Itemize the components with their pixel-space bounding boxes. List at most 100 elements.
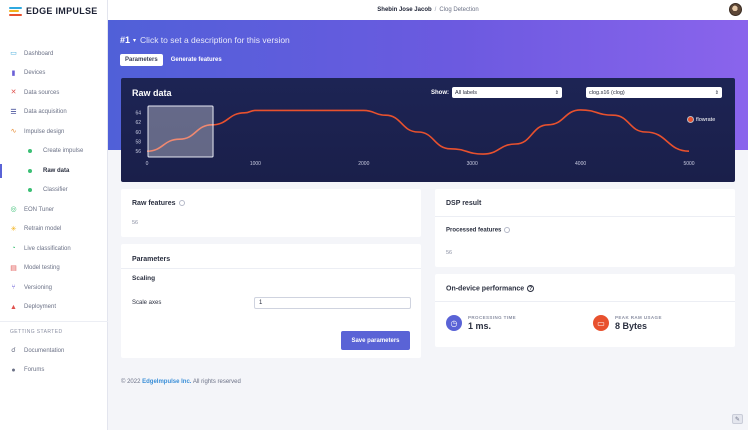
legend-label: flowrate: [696, 116, 716, 123]
sidebar-item-label: Live classification: [24, 245, 71, 252]
processed-features-label-text: Processed features: [446, 227, 502, 234]
sidebar-item-label: Devices: [24, 70, 46, 77]
peak-ram-value: 8 Bytes: [615, 321, 648, 331]
x-tick-label: 4000: [575, 161, 586, 167]
logo-text: EDGE IMPULSE: [26, 6, 98, 16]
retrain-icon: ✳: [10, 225, 17, 233]
scaling-heading: Scaling: [132, 275, 156, 282]
eon-tuner-icon: ◎: [10, 206, 17, 214]
sidebar-subitem-classifier[interactable]: Classifier: [0, 181, 108, 201]
processing-time-label: PROCESSING TIME: [468, 315, 517, 320]
sidebar-item-eon-tuner[interactable]: ◎ EON Tuner: [0, 200, 108, 220]
tab-generate-features[interactable]: Generate features: [166, 54, 227, 66]
x-tick-label: 2000: [358, 161, 369, 167]
sidebar-item-deployment[interactable]: ▲ Deployment: [0, 298, 108, 318]
sidebar-item-label: Model testing: [24, 265, 60, 272]
sidebar-subitem-create-impulse[interactable]: Create impulse: [0, 142, 108, 162]
x-tick-label: 5000: [683, 161, 694, 167]
status-dot-icon: [28, 188, 32, 193]
sidebar-item-label: Data sources: [24, 89, 60, 96]
breadcrumb-project[interactable]: Clog Detection: [439, 7, 478, 13]
model-testing-icon: ▤: [10, 264, 17, 272]
raw-features-title: Raw features: [132, 200, 185, 207]
footer-company-link[interactable]: EdgeImpulse Inc.: [142, 379, 191, 385]
deployment-icon: ▲: [10, 303, 17, 311]
sidebar-item-versioning[interactable]: ⑂ Versioning: [0, 278, 108, 298]
sample-select[interactable]: clog.s16 (clog) ⇕: [586, 87, 722, 98]
sidebar-item-label: Create impulse: [43, 148, 84, 155]
flowrate-series-line: [146, 109, 690, 155]
select-arrows-icon: ⇕: [554, 89, 559, 96]
sidebar-item-label: EON Tuner: [24, 206, 55, 213]
processing-time-value: 1 ms.: [468, 321, 492, 331]
footer-rights: All rights reserved: [192, 379, 241, 385]
sidebar-item-label: Documentation: [24, 347, 65, 354]
sidebar-item-live-classification[interactable]: ◔ Live classification: [0, 239, 108, 259]
versioning-icon: ⑂: [11, 284, 16, 292]
sample-select-value: clog.s16 (clog): [589, 89, 625, 96]
version-description[interactable]: Click to set a description for this vers…: [140, 35, 290, 45]
labels-select[interactable]: All labels ⇕: [452, 87, 562, 98]
status-dot-icon: [28, 149, 32, 154]
data-sources-icon: ✕: [10, 89, 17, 97]
info-icon[interactable]: [504, 227, 511, 233]
sidebar-heading: GETTING STARTED: [0, 321, 108, 341]
help-icon[interactable]: ?: [527, 285, 535, 292]
save-parameters-button[interactable]: Save parameters: [341, 331, 410, 350]
sidebar-item-label: Deployment: [24, 304, 57, 311]
on-device-performance-card: On-device performance? ◷ PROCESSING TIME…: [435, 274, 735, 347]
top-bar: Shebin Jose Jacob / Clog Detection: [108, 0, 748, 20]
sidebar-item-retrain-model[interactable]: ✳ Retrain model: [0, 220, 108, 240]
version-row: #1 ▾ Click to set a description for this…: [120, 35, 290, 45]
processed-features-value: 56: [446, 250, 453, 256]
breadcrumb: Shebin Jose Jacob / Clog Detection: [377, 7, 478, 13]
performance-title: On-device performance?: [446, 285, 535, 293]
edge-impulse-logo-icon: [9, 6, 22, 16]
version-number[interactable]: #1: [120, 35, 130, 45]
sidebar-item-forums[interactable]: ● Forums: [0, 361, 108, 381]
sidebar-nav: ▭ Dashboard ▮ Devices ✕ Data sources ☰ Data acq…: [0, 44, 108, 380]
performance-title-text: On-device performance: [446, 285, 525, 293]
sidebar-item-model-testing[interactable]: ▤ Model testing: [0, 259, 108, 279]
sidebar-item-label: Raw data: [43, 167, 70, 174]
version-caret-icon[interactable]: ▾: [133, 37, 136, 44]
sidebar-item-dashboard[interactable]: ▭ Dashboard: [0, 44, 108, 64]
documentation-icon: ☌: [11, 347, 16, 355]
info-icon[interactable]: [178, 200, 185, 207]
x-tick-label: 1000: [250, 161, 261, 167]
raw-features-card: Raw features 56: [121, 189, 421, 237]
sidebar-item-label: Dashboard: [24, 50, 54, 57]
tab-parameters[interactable]: Parameters: [120, 54, 163, 66]
status-dot-icon: [28, 168, 32, 173]
y-tick-label: 56: [135, 149, 141, 155]
logo[interactable]: EDGE IMPULSE: [0, 0, 107, 22]
divider: [435, 216, 735, 217]
data-acquisition-icon: ☰: [10, 108, 17, 116]
scale-axes-label: Scale axes: [132, 300, 162, 306]
raw-data-panel: 56 58 60 62 64 0 1000 2000 3000 4000 5000 Raw data…: [121, 78, 735, 182]
y-tick-label: 58: [135, 139, 141, 145]
scale-axes-input[interactable]: 1: [254, 297, 411, 309]
breadcrumb-separator: /: [434, 7, 437, 13]
devices-icon: ▮: [11, 69, 16, 77]
sidebar-subitem-raw-data[interactable]: Raw data: [0, 161, 108, 181]
sidebar-item-devices[interactable]: ▮ Devices: [0, 64, 108, 84]
sidebar-item-data-acquisition[interactable]: ☰ Data acquisition: [0, 103, 108, 123]
sidebar-item-documentation[interactable]: ☌ Documentation: [0, 341, 108, 361]
sidebar-item-data-sources[interactable]: ✕ Data sources: [0, 83, 108, 103]
footer-copyright: © 2022: [121, 379, 141, 385]
show-label: Show:: [431, 90, 449, 96]
chat-icon[interactable]: ✎: [732, 414, 743, 424]
sidebar: EDGE IMPULSE ▭ Dashboard ▮ Devices ✕ Data sou…: [0, 0, 108, 430]
dashboard-icon: ▭: [10, 50, 17, 58]
parameters-title: Parameters: [132, 256, 171, 263]
parameters-card: Parameters Scaling Scale axes 1 Save par…: [121, 244, 421, 358]
chart-legend[interactable]: flowrate: [687, 116, 715, 123]
peak-ram-label: PEAK RAM USAGE: [615, 315, 662, 320]
scale-axes-value: 1: [259, 300, 263, 306]
breadcrumb-user[interactable]: Shebin Jose Jacob: [377, 7, 431, 13]
user-avatar[interactable]: [729, 3, 742, 16]
footer: © 2022 EdgeImpulse Inc. All rights reser…: [121, 379, 241, 385]
y-tick-label: 60: [135, 130, 141, 136]
sidebar-item-impulse-design[interactable]: ∿ Impulse design: [0, 122, 108, 142]
